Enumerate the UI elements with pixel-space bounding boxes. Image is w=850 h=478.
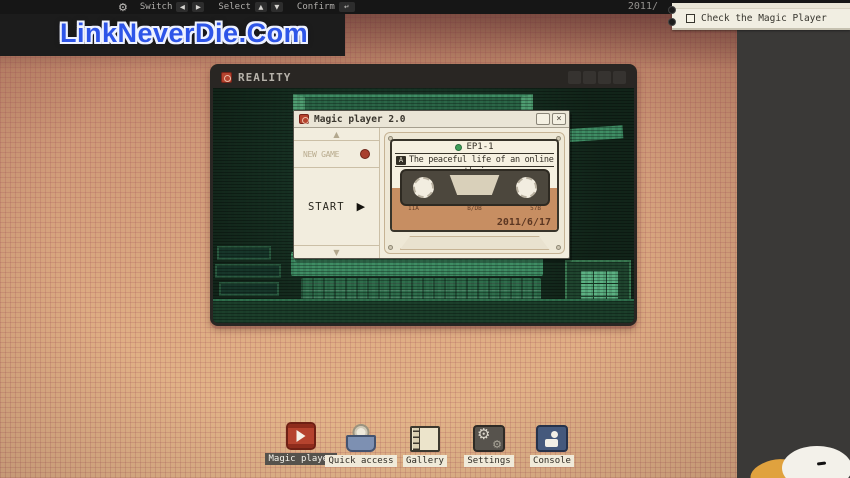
screw-icon	[388, 245, 393, 250]
close-button[interactable]: ×	[552, 113, 566, 125]
enter-key-icon: ↵	[338, 2, 355, 12]
quick-access-icon	[344, 424, 378, 452]
objective-notepad: Check the Magic Player	[668, 3, 850, 30]
figure-body	[545, 439, 558, 447]
reality-window-title: REALITY	[238, 71, 292, 84]
select-label: Select	[218, 2, 251, 12]
cassette-mark: 11A	[408, 205, 419, 212]
cassette-tape[interactable]: EP1-1 A The peaceful life of an online m…	[390, 139, 559, 232]
gear-icon[interactable]: ⚙	[118, 1, 128, 14]
gallery-icon	[408, 424, 442, 452]
switch-hint: Switch ◀ ▶	[140, 2, 205, 12]
window-button[interactable]	[598, 71, 611, 84]
confirm-label: Confirm	[296, 2, 335, 12]
window-button[interactable]	[613, 71, 626, 84]
confirm-hint: Confirm ↵	[297, 2, 355, 12]
shelf-box	[217, 246, 271, 260]
icon-label: Quick access	[325, 455, 397, 467]
gear-small-icon: ⚙	[492, 438, 502, 451]
gear-large-icon: ⚙	[477, 425, 491, 443]
cassette-mark: 57B	[530, 205, 541, 212]
shelf-box	[215, 264, 281, 278]
window-button[interactable]	[583, 71, 596, 84]
desktop-icon-console[interactable]: Console	[519, 424, 585, 467]
select-hint: Select ▲ ▼	[218, 2, 283, 12]
figure-head	[551, 431, 558, 438]
scroll-up-arrow[interactable]: ▲	[294, 128, 379, 141]
console-icon	[535, 424, 569, 452]
desktop-icon-magic-player[interactable]: Magic player	[265, 422, 337, 465]
label-badge-icon: A	[396, 155, 406, 165]
play-arrow-icon: ▶	[356, 200, 366, 213]
start-label: START	[307, 200, 345, 213]
cassette-date: 2011/6/17	[496, 217, 551, 228]
cassette-base	[399, 236, 550, 250]
desk-surface	[213, 299, 634, 323]
play-icon	[296, 430, 306, 442]
episode-title-line1: The peaceful life of an online	[409, 155, 554, 165]
shelf-box	[219, 282, 279, 296]
watermark-band: LinkNeverDie.Com	[0, 14, 345, 56]
window-button[interactable]	[568, 71, 581, 84]
bag-icon	[346, 435, 376, 452]
arrow-up-key-icon: ▲	[254, 2, 267, 12]
start-item[interactable]: START ▶	[294, 168, 379, 245]
icon-label: Console	[530, 455, 574, 467]
arrow-left-key-icon: ◀	[176, 2, 189, 12]
cassette-mark: B/DB	[467, 205, 482, 212]
spiral-binding-icon	[668, 6, 676, 14]
tape-cutout	[449, 175, 500, 195]
cassette-panel: EP1-1 A The peaceful life of an online m…	[384, 132, 565, 254]
new-game-item[interactable]: NEW GAME	[294, 141, 379, 168]
title-row: A The peaceful life of an online	[395, 154, 554, 167]
reality-window-buttons	[568, 71, 626, 84]
objective-checkbox[interactable]	[686, 14, 695, 23]
objective-label: Check the Magic Player	[701, 13, 827, 24]
magic-player-icon	[284, 422, 318, 450]
spiral-binding-icon	[668, 18, 676, 26]
new-game-label: NEW GAME	[303, 149, 340, 159]
desktop-icon-settings[interactable]: ⚙ ⚙ Settings	[456, 424, 522, 467]
watermark-text: LinkNeverDie.Com	[60, 18, 309, 48]
desktop-icon-quick-access[interactable]: Quick access	[325, 424, 397, 467]
settings-icon: ⚙ ⚙	[472, 424, 506, 452]
episode-row: EP1-1	[395, 141, 554, 154]
cassette-marks: 11A B/DB 57B	[408, 205, 541, 212]
magic-player-titlebar: Magic player 2.0 ×	[294, 111, 569, 128]
switch-label: Switch	[139, 2, 173, 12]
tape-reel-icon	[412, 177, 434, 198]
notepad-header-strip	[672, 3, 850, 9]
magic-player-menu: ▲ NEW GAME START ▶ ▼	[294, 128, 380, 258]
episode-label: EP1-1	[466, 142, 494, 152]
reality-app-icon	[221, 72, 232, 83]
episode-dot-icon	[455, 143, 463, 151]
screw-icon	[556, 245, 561, 250]
tape-window	[399, 169, 550, 206]
magic-player-window[interactable]: Magic player 2.0 × ▲ NEW GAME START ▶ ▼	[293, 110, 570, 259]
minimize-button[interactable]	[536, 113, 550, 125]
desktop-icon-gallery[interactable]: Gallery	[392, 424, 458, 467]
record-dot-icon	[360, 149, 370, 159]
scroll-down-arrow[interactable]: ▼	[294, 245, 379, 258]
book-spine	[413, 428, 420, 450]
objective-item[interactable]: Check the Magic Player	[686, 13, 827, 24]
arrow-right-key-icon: ▶	[192, 2, 205, 12]
icon-label: Settings	[464, 455, 514, 467]
game-date: 2011/	[627, 1, 658, 12]
arrow-down-key-icon: ▼	[270, 2, 283, 12]
magic-player-title: Magic player 2.0	[314, 113, 406, 125]
reality-titlebar: REALITY	[213, 67, 634, 88]
duck-head	[782, 446, 850, 478]
magic-player-app-icon	[299, 114, 309, 124]
tape-reel-icon	[515, 177, 537, 198]
icon-label: Gallery	[403, 455, 447, 467]
game-screen: REALITY Magic player 2.0 × ▲ NEW GAME ST…	[0, 0, 850, 478]
